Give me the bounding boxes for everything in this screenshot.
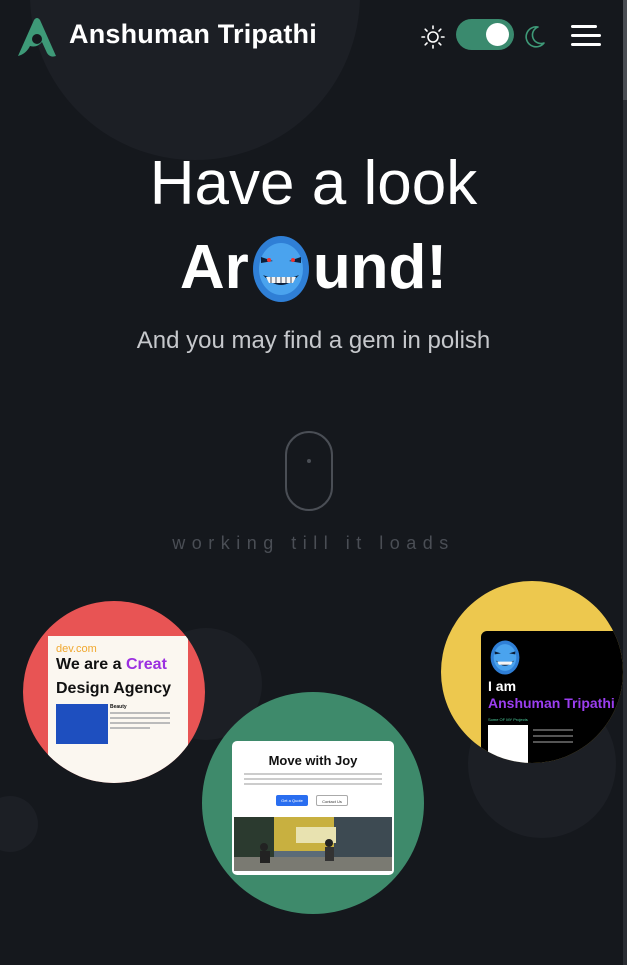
mouse-scroll-icon <box>285 431 333 511</box>
project-preview-portfolio[interactable]: I am Anshuman Tripathi Some OF MY Projec… <box>441 581 623 763</box>
hamburger-menu-icon[interactable] <box>571 25 601 47</box>
project-screenshot: dev.com We are a Creat Design Agency Bea… <box>48 636 188 783</box>
menu-bar <box>571 34 601 37</box>
get-quote-button: Get a Quote <box>276 795 308 806</box>
background-decor-circle <box>0 796 38 852</box>
text-placeholder-line <box>110 717 170 719</box>
loading-text: working till it loads <box>172 533 455 553</box>
text-placeholder-line <box>533 741 573 743</box>
site-header: Anshuman Tripathi <box>0 0 627 72</box>
portfolio-project-thumb <box>488 725 528 763</box>
project-heading: Design Agency <box>56 680 171 697</box>
portfolio-intro: I am <box>488 678 517 694</box>
text-placeholder-line <box>110 722 170 724</box>
text-placeholder-line <box>244 778 382 780</box>
text-placeholder-line <box>533 735 573 737</box>
text-placeholder-line <box>244 783 382 785</box>
portfolio-name: Anshuman Tripathi <box>488 695 615 711</box>
text-placeholder-line <box>244 773 382 775</box>
sun-icon[interactable] <box>421 25 445 49</box>
project-photo <box>234 817 392 871</box>
project-screenshot: Move with Joy Get a Quote Contact Us <box>232 741 394 875</box>
blue-demon-face-icon <box>252 235 309 302</box>
text-placeholder-line <box>110 712 170 714</box>
site-brand-name[interactable]: Anshuman Tripathi <box>69 19 317 50</box>
site-domain: dev.com <box>56 643 97 655</box>
hero-subtitle: And you may find a gem in polish <box>136 327 491 354</box>
project-preview-move-with-joy[interactable]: Move with Joy Get a Quote Contact Us <box>202 692 424 914</box>
contact-us-button: Contact Us <box>316 795 348 806</box>
project-image <box>56 704 108 744</box>
text-placeholder-line <box>533 729 573 731</box>
blue-demon-face-icon <box>490 640 520 675</box>
menu-bar <box>571 25 597 28</box>
hero-title-line2: Ar und! <box>0 228 627 304</box>
hero-title-part: und! <box>312 232 448 302</box>
project-title: Move with Joy <box>268 753 358 768</box>
hero-title-part: Ar <box>179 232 249 302</box>
project-screenshot: I am Anshuman Tripathi Some OF MY Projec… <box>481 631 623 763</box>
project-caption: Beauty <box>110 704 127 710</box>
menu-bar <box>571 43 601 46</box>
portfolio-section-label: Some OF MY Projects <box>488 717 528 722</box>
scrollbar-thumb[interactable] <box>623 0 627 100</box>
moon-icon[interactable] <box>524 25 546 49</box>
project-preview-agency[interactable]: dev.com We are a Creat Design Agency Bea… <box>23 601 205 783</box>
logo-a-icon[interactable] <box>14 16 60 58</box>
text-placeholder-line <box>110 727 150 729</box>
page-scrollbar[interactable] <box>623 0 627 965</box>
theme-toggle-knob <box>486 23 509 46</box>
theme-toggle[interactable] <box>456 19 514 50</box>
hero-title-line1: Have a look <box>149 149 478 218</box>
mouse-wheel-dot <box>307 459 311 463</box>
project-heading: We are a Creat <box>56 656 167 673</box>
